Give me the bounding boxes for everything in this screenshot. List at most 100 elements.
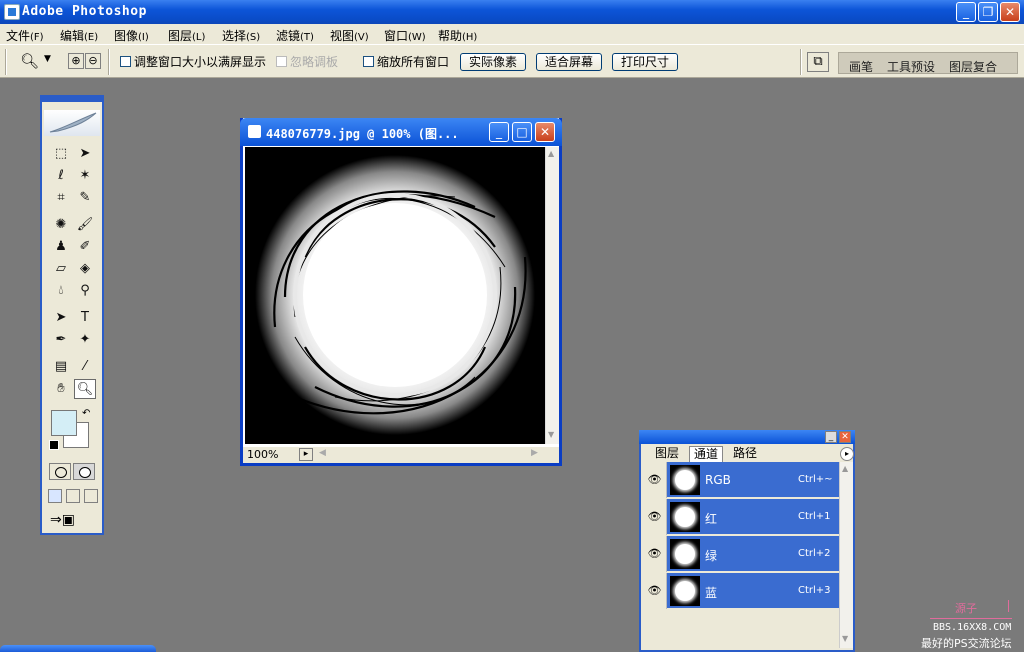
channel-row-red[interactable]: 👁︎ 红 Ctrl+1	[643, 499, 839, 535]
full-screen-menu-mode-icon[interactable]	[66, 489, 80, 503]
swap-colors-icon[interactable]: ↶	[82, 408, 90, 419]
magic-wand-tool-icon[interactable]: ✶	[74, 166, 96, 186]
menu-bar: 文件(F) 编辑(E) 图像(I) 图层(L) 选择(S) 滤镜(T) 视图(V…	[0, 24, 1024, 44]
zoom-out-icon[interactable]: ⊖	[85, 53, 101, 69]
panel-menu-icon[interactable]: ▸	[840, 447, 854, 461]
menu-window[interactable]: 窗口(W)	[384, 27, 426, 44]
move-tool-icon[interactable]: ➤	[74, 144, 96, 164]
eye-icon[interactable]: 👁︎	[643, 573, 667, 609]
toolbox: ⬚ ➤ ℓ ✶ ⌗ ✎ ✺ 🖌︎ ♟ ✐ ▱ ◈ 💧︎ ⚲ ➤ T ✒ ✦ ▤ …	[40, 95, 104, 535]
brush-tool-icon[interactable]: 🖌︎	[74, 215, 96, 235]
quick-mask-mode-icon[interactable]	[73, 463, 95, 480]
separator	[108, 49, 110, 75]
path-selection-tool-icon[interactable]: ➤	[50, 308, 72, 328]
eraser-tool-icon[interactable]: ▱	[50, 259, 72, 279]
zoom-level[interactable]: 100%	[247, 448, 278, 461]
standard-mode-icon[interactable]	[49, 463, 71, 480]
menu-view[interactable]: 视图(V)	[330, 27, 369, 44]
file-browser-icon[interactable]: ⧉	[807, 52, 829, 72]
eye-icon[interactable]: 👁︎	[643, 536, 667, 572]
menu-select[interactable]: 选择(S)	[222, 27, 260, 44]
pen-tool-icon[interactable]: ✒	[50, 330, 72, 350]
blur-tool-icon[interactable]: 💧︎	[50, 281, 72, 301]
history-brush-tool-icon[interactable]: ✐	[74, 237, 96, 257]
menu-file[interactable]: 文件(F)	[6, 27, 44, 44]
clone-stamp-tool-icon[interactable]: ♟	[50, 237, 72, 257]
notes-tool-icon[interactable]: ▤	[50, 357, 72, 377]
crop-tool-icon[interactable]: ⌗	[50, 188, 72, 208]
fit-screen-button[interactable]: 适合屏幕	[536, 53, 602, 71]
scroll-down-icon[interactable]: ▼	[842, 634, 848, 643]
document-close-button[interactable]: ✕	[535, 122, 555, 142]
hand-tool-icon[interactable]: ✋︎	[50, 379, 72, 399]
tab-channels[interactable]: 通道	[689, 446, 724, 462]
document-vertical-scrollbar[interactable]: ▲ ▼	[545, 147, 559, 444]
lasso-tool-icon[interactable]: ℓ	[50, 166, 72, 186]
channel-row-rgb[interactable]: 👁︎ RGB Ctrl+~	[643, 462, 839, 498]
watermark-underline	[930, 618, 1012, 619]
menu-image[interactable]: 图像(I)	[114, 27, 149, 44]
document-maximize-button[interactable]: □	[512, 122, 532, 142]
slice-tool-icon[interactable]: ✎	[74, 188, 96, 208]
chevron-down-icon[interactable]: ▼	[44, 54, 51, 64]
ignore-palettes-checkbox	[276, 56, 287, 67]
zoom-all-checkbox[interactable]	[363, 56, 374, 67]
healing-brush-tool-icon[interactable]: ✺	[50, 215, 72, 235]
palette-well-tab-tool-presets[interactable]: 工具预设	[887, 58, 935, 75]
panel-title-bar[interactable]: _ ✕	[639, 430, 855, 444]
tab-layers[interactable]: 图层	[651, 446, 683, 461]
standard-screen-mode-icon[interactable]	[48, 489, 62, 503]
dodge-tool-icon[interactable]: ⚲	[74, 281, 96, 301]
scroll-left-icon[interactable]: ◀	[319, 448, 326, 458]
marquee-tool-icon[interactable]: ⬚	[50, 144, 72, 164]
feather-logo[interactable]	[44, 110, 100, 136]
close-button[interactable]: ✕	[1000, 2, 1020, 22]
taskbar-fragment	[0, 645, 156, 652]
type-tool-icon[interactable]: T	[74, 308, 96, 328]
panel-minimize-button[interactable]: _	[825, 431, 837, 443]
scroll-up-icon[interactable]: ▲	[842, 464, 848, 473]
tab-paths[interactable]: 路径	[729, 446, 761, 461]
channel-shortcut: Ctrl+2	[798, 548, 831, 559]
restore-button[interactable]: ❐	[978, 2, 998, 22]
eye-icon[interactable]: 👁︎	[643, 462, 667, 498]
eyedropper-tool-icon[interactable]: ⁄	[74, 357, 96, 377]
scroll-up-icon[interactable]: ▲	[548, 149, 554, 158]
scroll-down-icon[interactable]: ▼	[548, 430, 554, 439]
shape-tool-icon[interactable]: ✦	[74, 330, 96, 350]
menu-layer[interactable]: 图层(L)	[168, 27, 205, 44]
paint-bucket-tool-icon[interactable]: ◈	[74, 259, 96, 279]
document-window: 448076779.jpg @ 100% (图... _ □ ✕ ▲ ▼ 100…	[240, 118, 562, 466]
document-title-bar[interactable]: 448076779.jpg @ 100% (图... _ □ ✕	[240, 118, 562, 146]
channel-row-blue[interactable]: 👁︎ 蓝 Ctrl+3	[643, 573, 839, 609]
default-colors-icon[interactable]	[49, 440, 59, 450]
channel-row-green[interactable]: 👁︎ 绿 Ctrl+2	[643, 536, 839, 572]
status-menu-icon[interactable]: ▸	[299, 448, 313, 461]
zoom-tool-icon[interactable]: 🔍︎	[74, 379, 96, 399]
zoom-in-icon[interactable]: ⊕	[68, 53, 84, 69]
actual-pixels-button[interactable]: 实际像素	[460, 53, 526, 71]
menu-help[interactable]: 帮助(H)	[438, 27, 477, 44]
minimize-button[interactable]: _	[956, 2, 976, 22]
photoshop-app-icon[interactable]	[4, 4, 20, 20]
eye-icon[interactable]: 👁︎	[643, 499, 667, 535]
menu-edit[interactable]: 编辑(E)	[60, 27, 98, 44]
document-minimize-button[interactable]: _	[489, 122, 509, 142]
scroll-right-icon[interactable]: ▶	[531, 448, 538, 458]
app-title: Adobe Photoshop	[22, 4, 147, 19]
separator	[800, 49, 802, 75]
palette-well-tab-brushes[interactable]: 画笔	[849, 58, 873, 75]
full-screen-mode-icon[interactable]	[84, 489, 98, 503]
zoom-tool-preset-icon[interactable]: 🔍︎	[20, 52, 39, 70]
image-canvas[interactable]	[245, 147, 545, 444]
foreground-color-swatch[interactable]	[51, 410, 77, 436]
channel-shortcut: Ctrl+~	[798, 474, 833, 485]
menu-filter[interactable]: 滤镜(T)	[276, 27, 314, 44]
print-size-button[interactable]: 打印尺寸	[612, 53, 678, 71]
panel-close-button[interactable]: ✕	[839, 431, 851, 443]
jump-to-imageready-icon[interactable]: ⇒▣	[50, 512, 75, 528]
channel-shortcut: Ctrl+1	[798, 511, 831, 522]
palette-well-tab-layer-comps[interactable]: 图层复合	[949, 58, 997, 75]
resize-windows-checkbox[interactable]	[120, 56, 131, 67]
panel-vertical-scrollbar[interactable]: ▲ ▼	[839, 462, 853, 648]
